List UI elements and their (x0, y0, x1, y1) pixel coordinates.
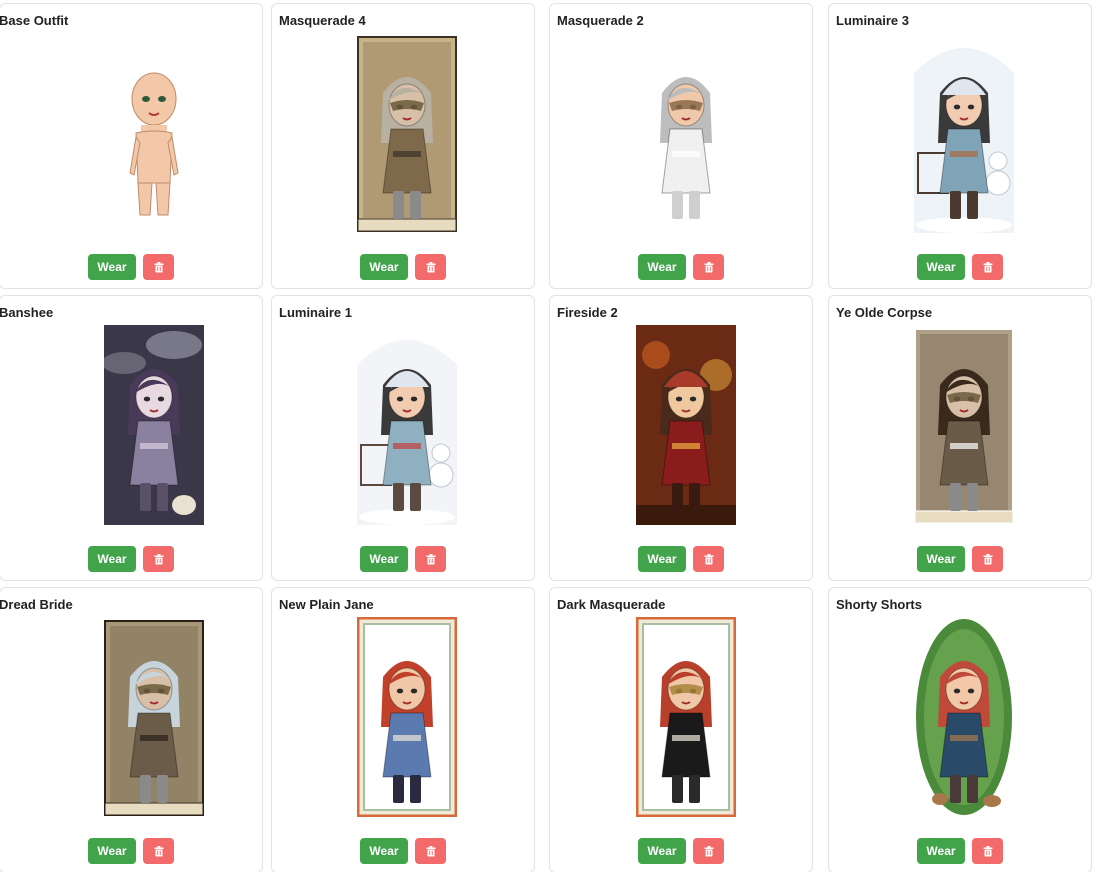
outfit-preview-image (636, 33, 736, 233)
delete-button[interactable] (693, 838, 724, 864)
wear-button[interactable]: Wear (360, 838, 408, 864)
outfit-title: Luminaire 3 (836, 13, 909, 28)
wear-button[interactable]: Wear (638, 254, 686, 280)
outfit-preview-image (357, 325, 457, 525)
wear-button[interactable]: Wear (917, 838, 965, 864)
outfit-preview-image (104, 33, 204, 233)
wear-button[interactable]: Wear (88, 254, 136, 280)
delete-button[interactable] (415, 254, 446, 280)
outfit-actions: Wear (829, 546, 1091, 572)
outfit-title: Dread Bride (0, 597, 73, 612)
trash-icon (704, 261, 714, 273)
outfit-actions: Wear (272, 546, 534, 572)
delete-button[interactable] (972, 838, 1003, 864)
outfit-card: Masquerade 4 Wear (271, 3, 535, 289)
wear-button[interactable]: Wear (638, 546, 686, 572)
trash-icon (983, 845, 993, 857)
trash-icon (426, 261, 436, 273)
delete-button[interactable] (415, 838, 446, 864)
outfit-actions: Wear (272, 254, 534, 280)
trash-icon (983, 553, 993, 565)
outfit-card: Fireside 2 Wear (549, 295, 813, 581)
outfit-preview-image (914, 33, 1014, 233)
outfit-card: Dark Masquerade Wear (549, 587, 813, 872)
outfit-preview-image (636, 617, 736, 817)
outfit-title: Masquerade 4 (279, 13, 366, 28)
outfit-title: Luminaire 1 (279, 305, 352, 320)
outfit-actions: Wear (829, 254, 1091, 280)
outfit-card: Luminaire 1 Wear (271, 295, 535, 581)
trash-icon (704, 553, 714, 565)
outfit-title: Masquerade 2 (557, 13, 644, 28)
wear-button[interactable]: Wear (88, 546, 136, 572)
outfit-card: Banshee Wear (0, 295, 263, 581)
outfit-card: Luminaire 3 Wear (828, 3, 1092, 289)
wear-button[interactable]: Wear (88, 838, 136, 864)
wear-button[interactable]: Wear (917, 546, 965, 572)
outfit-preview-image (104, 325, 204, 525)
wear-button[interactable]: Wear (638, 838, 686, 864)
delete-button[interactable] (693, 254, 724, 280)
outfit-card: Base Outfit Wear (0, 3, 263, 289)
outfit-card: Shorty Shorts Wear (828, 587, 1092, 872)
outfit-preview-image (357, 33, 457, 233)
delete-button[interactable] (143, 546, 174, 572)
outfit-card: Masquerade 2 Wear (549, 3, 813, 289)
outfit-actions: Wear (550, 838, 812, 864)
outfit-grid: Base Outfit Wear Masquerade 4 Wear Masquerad… (0, 0, 1100, 872)
trash-icon (426, 553, 436, 565)
wear-button[interactable]: Wear (917, 254, 965, 280)
outfit-title: Shorty Shorts (836, 597, 922, 612)
outfit-card: Dread Bride Wear (0, 587, 263, 872)
delete-button[interactable] (972, 546, 1003, 572)
outfit-actions: Wear (550, 254, 812, 280)
outfit-title: Base Outfit (0, 13, 69, 28)
outfit-actions: Wear (0, 254, 262, 280)
delete-button[interactable] (143, 254, 174, 280)
outfit-title: Dark Masquerade (557, 597, 666, 612)
outfit-title: Fireside 2 (557, 305, 618, 320)
delete-button[interactable] (972, 254, 1003, 280)
outfit-actions: Wear (272, 838, 534, 864)
wear-button[interactable]: Wear (360, 546, 408, 572)
outfit-preview-image (636, 325, 736, 525)
outfit-title: Banshee (0, 305, 54, 320)
outfit-preview-image (914, 325, 1014, 525)
trash-icon (426, 845, 436, 857)
wear-button[interactable]: Wear (360, 254, 408, 280)
trash-icon (704, 845, 714, 857)
outfit-preview-image (104, 617, 204, 817)
outfit-title: Ye Olde Corpse (836, 305, 933, 320)
outfit-card: New Plain Jane Wear (271, 587, 535, 872)
outfit-title: New Plain Jane (279, 597, 374, 612)
outfit-preview-image (914, 617, 1014, 817)
outfit-card: Ye Olde Corpse Wear (828, 295, 1092, 581)
delete-button[interactable] (415, 546, 446, 572)
trash-icon (154, 261, 164, 273)
outfit-actions: Wear (0, 546, 262, 572)
outfit-preview-image (357, 617, 457, 817)
outfit-actions: Wear (829, 838, 1091, 864)
trash-icon (983, 261, 993, 273)
delete-button[interactable] (143, 838, 174, 864)
outfit-actions: Wear (550, 546, 812, 572)
outfit-actions: Wear (0, 838, 262, 864)
trash-icon (154, 845, 164, 857)
trash-icon (154, 553, 164, 565)
delete-button[interactable] (693, 546, 724, 572)
